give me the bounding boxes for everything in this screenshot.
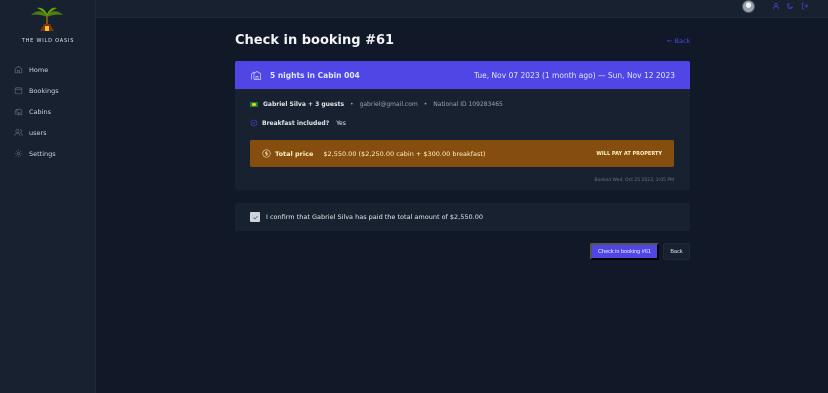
dollar-icon (262, 149, 271, 158)
confirm-checkbox[interactable] (250, 212, 260, 222)
price-box: Total price $2,550.00 ($2,250.00 cabin +… (250, 140, 674, 167)
confirm-payment: I confirm that Gabriel Silva has paid th… (235, 203, 690, 231)
users-icon (14, 129, 23, 136)
check-circle-icon (250, 119, 258, 127)
national-id: National ID 109283465 (433, 101, 503, 108)
checkmark-icon (252, 215, 258, 219)
breakfast-value: Yes (336, 119, 346, 127)
sidebar-nav: Home Bookings Cabins users Settings (14, 59, 90, 164)
breakfast-label: Breakfast included? (262, 119, 330, 127)
booked-date: Booked Wed, Oct 25 2023, 3:05 PM (594, 178, 674, 183)
breakfast-row: Breakfast included? Yes (250, 119, 346, 127)
price-label: Total price (275, 149, 314, 158)
moon-icon[interactable] (786, 2, 794, 10)
sidebar-item-label: Cabins (29, 107, 51, 116)
sidebar: THE WILD OASIS Home Bookings Cabins user… (0, 0, 96, 393)
booking-header: 5 nights in Cabin 004 Tue, Nov 07 2023 (… (235, 61, 690, 89)
avatar[interactable] (742, 0, 755, 13)
nights-label: 5 nights in Cabin (270, 70, 342, 80)
user-icon[interactable] (772, 2, 780, 10)
check-in-button[interactable]: Check in booking #61 (590, 243, 659, 260)
back-link[interactable]: ← Back (667, 37, 690, 45)
sidebar-item-label: Settings (29, 149, 56, 158)
guest-row: Gabriel Silva + 3 guests • gabriel@gmail… (250, 101, 503, 108)
sidebar-item-cabins[interactable]: Cabins (14, 101, 90, 122)
sidebar-item-label: Bookings (29, 86, 59, 95)
payment-status: WILL PAY AT PROPERTY (596, 150, 662, 157)
sidebar-item-users[interactable]: users (14, 122, 90, 143)
sidebar-item-home[interactable]: Home (14, 59, 90, 80)
separator-dot: • (423, 101, 428, 108)
nights-cabin: 5 nights in Cabin 004 (270, 71, 360, 80)
back-button[interactable]: Back (663, 243, 690, 260)
cabin-number: 004 (344, 70, 360, 80)
cabin-icon (14, 108, 23, 116)
sidebar-item-settings[interactable]: Settings (14, 143, 90, 164)
logo-icon (31, 7, 63, 31)
logout-icon[interactable] (801, 2, 809, 10)
top-header (96, 0, 828, 18)
gear-icon (14, 149, 23, 158)
cabin-icon (251, 71, 261, 80)
calendar-icon (14, 87, 23, 95)
brand-name: THE WILD OASIS (21, 38, 75, 44)
sidebar-item-bookings[interactable]: Bookings (14, 80, 90, 101)
home-icon (14, 65, 23, 74)
price-value: $2,550.00 ($2,250.00 cabin + $300.00 bre… (323, 149, 486, 158)
separator-dot: • (350, 101, 354, 108)
sidebar-item-label: users (29, 128, 47, 137)
date-range: Tue, Nov 07 2023 (1 month ago) — Sun, No… (473, 70, 675, 80)
guest-name: Gabriel Silva + 3 guests (263, 101, 345, 108)
guest-email: gabriel@gmail.com (359, 101, 418, 108)
flag-icon (250, 101, 258, 108)
confirm-text: I confirm that Gabriel Silva has paid th… (266, 213, 483, 221)
booking-details: Gabriel Silva + 3 guests • gabriel@gmail… (235, 89, 690, 190)
sidebar-item-label: Home (29, 65, 49, 74)
page-title: Check in booking #61 (235, 33, 395, 48)
